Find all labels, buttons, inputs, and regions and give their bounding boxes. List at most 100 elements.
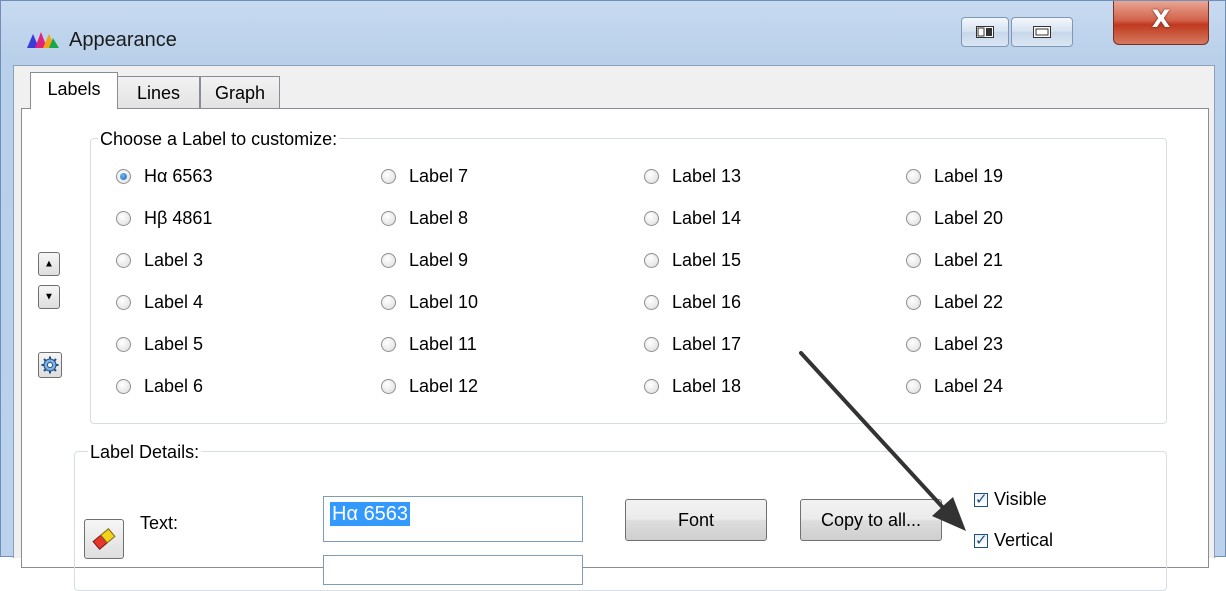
label-radio-option[interactable]: Label 22 xyxy=(906,290,1003,314)
dialog-client-area: Labels Lines Graph Choose a Label to cus… xyxy=(13,65,1215,591)
tile-window-button[interactable] xyxy=(961,17,1009,47)
font-button[interactable]: Font xyxy=(625,499,767,541)
label-radio-option[interactable]: Label 14 xyxy=(644,206,741,230)
labels-tab-panel: Choose a Label to customize: Hα 6563 Hβ 4… xyxy=(21,108,1209,591)
radio-button[interactable] xyxy=(906,210,921,226)
visible-label: Visible xyxy=(994,489,1047,509)
label-radio-option[interactable]: Label 5 xyxy=(116,332,203,356)
label-radio-option[interactable]: Label 20 xyxy=(906,206,1003,230)
vertical-label: Vertical xyxy=(994,530,1054,550)
radio-button[interactable] xyxy=(116,378,131,394)
move-up-button[interactable]: ▲ xyxy=(38,252,60,276)
eraser-icon xyxy=(92,528,116,550)
label-radio-option[interactable]: Label 8 xyxy=(381,206,468,230)
radio-button[interactable] xyxy=(381,336,396,352)
tab-graph[interactable]: Graph xyxy=(200,76,280,108)
visible-check-box[interactable] xyxy=(974,490,988,508)
radio-label: Label 10 xyxy=(409,291,479,312)
radio-label: Hα 6563 xyxy=(144,165,213,186)
radio-button[interactable] xyxy=(644,336,659,352)
spectrum-app-icon xyxy=(27,32,59,48)
radio-label: Label 8 xyxy=(409,207,469,228)
label-radio-option[interactable]: Label 3 xyxy=(116,248,203,272)
radio-button[interactable] xyxy=(644,168,659,184)
radio-button[interactable] xyxy=(381,252,396,268)
radio-button[interactable] xyxy=(644,252,659,268)
text-field-label: Text: xyxy=(140,513,179,533)
label-radio-option[interactable]: Label 4 xyxy=(116,290,203,314)
visible-checkbox[interactable]: Visible xyxy=(974,489,1047,510)
label-radio-option[interactable]: Label 12 xyxy=(381,374,478,398)
secondary-input[interactable] xyxy=(323,555,583,585)
radio-label: Label 24 xyxy=(934,375,1004,396)
radio-button[interactable] xyxy=(381,294,396,310)
window-title: Appearance xyxy=(69,29,177,51)
radio-label: Label 19 xyxy=(934,165,1004,186)
label-radio-option[interactable]: Label 6 xyxy=(116,374,203,398)
radio-label: Label 23 xyxy=(934,333,1004,354)
label-text-input[interactable]: Hα 6563 xyxy=(323,496,583,542)
radio-button[interactable] xyxy=(906,252,921,268)
radio-button[interactable] xyxy=(644,378,659,394)
label-radio-option[interactable]: Label 17 xyxy=(644,332,741,356)
tab-lines-label: Lines xyxy=(136,83,181,103)
move-down-button[interactable]: ▼ xyxy=(38,285,60,309)
radio-button[interactable] xyxy=(116,336,131,352)
appearance-window: Appearance X Labels Lines Graph Choose a… xyxy=(0,0,1226,591)
label-radio-option[interactable]: Label 24 xyxy=(906,374,1003,398)
radio-button[interactable] xyxy=(644,210,659,226)
radio-label: Label 3 xyxy=(144,249,204,270)
tab-labels[interactable]: Labels xyxy=(30,72,118,109)
radio-label: Label 15 xyxy=(672,249,742,270)
label-radio-option[interactable]: Hα 6563 xyxy=(116,164,212,188)
radio-label: Label 22 xyxy=(934,291,1004,312)
radio-label: Label 18 xyxy=(672,375,742,396)
copy-to-all-button[interactable]: Copy to all... xyxy=(800,499,942,541)
radio-label: Label 6 xyxy=(144,375,204,396)
radio-button[interactable] xyxy=(906,378,921,394)
label-radio-option[interactable]: Label 15 xyxy=(644,248,741,272)
radio-button[interactable] xyxy=(381,210,396,226)
label-radio-option[interactable]: Label 16 xyxy=(644,290,741,314)
radio-button[interactable] xyxy=(381,168,396,184)
radio-button[interactable] xyxy=(116,294,131,310)
radio-button[interactable] xyxy=(906,168,921,184)
eraser-button[interactable] xyxy=(84,519,124,559)
tab-lines[interactable]: Lines xyxy=(117,76,200,108)
radio-label: Label 21 xyxy=(934,249,1004,270)
copy-to-all-button-label: Copy to all... xyxy=(820,509,922,530)
label-radio-option[interactable]: Label 18 xyxy=(644,374,741,398)
label-radio-option[interactable]: Label 21 xyxy=(906,248,1003,272)
label-radio-option[interactable]: Label 9 xyxy=(381,248,468,272)
label-details-group-title: Label Details: xyxy=(88,442,202,463)
radio-button[interactable] xyxy=(116,252,131,268)
close-button[interactable]: X xyxy=(1113,1,1209,45)
label-radio-option[interactable]: Label 23 xyxy=(906,332,1003,356)
label-radio-option[interactable]: Label 7 xyxy=(381,164,468,188)
title-bar[interactable]: Appearance X xyxy=(1,1,1225,61)
label-radio-option[interactable]: Label 13 xyxy=(644,164,741,188)
choose-label-group xyxy=(90,138,1167,424)
vertical-checkbox[interactable]: Vertical xyxy=(974,530,1053,551)
radio-label: Label 14 xyxy=(672,207,742,228)
radio-button[interactable] xyxy=(381,378,396,394)
vertical-check-box[interactable] xyxy=(974,531,988,549)
radio-label: Hβ 4861 xyxy=(144,207,213,228)
radio-label: Label 9 xyxy=(409,249,469,270)
label-radio-option[interactable]: Label 11 xyxy=(381,332,477,356)
label-radio-option[interactable]: Label 19 xyxy=(906,164,1003,188)
settings-button[interactable] xyxy=(38,352,62,378)
radio-button[interactable] xyxy=(906,294,921,310)
label-radio-option[interactable]: Hβ 4861 xyxy=(116,206,212,230)
radio-button[interactable] xyxy=(906,336,921,352)
radio-button[interactable] xyxy=(644,294,659,310)
radio-label: Label 11 xyxy=(409,333,477,354)
restore-icon xyxy=(1033,26,1051,38)
radio-label: Label 16 xyxy=(672,291,742,312)
radio-label: Label 17 xyxy=(672,333,742,354)
restore-window-button[interactable] xyxy=(1011,17,1073,47)
radio-button[interactable] xyxy=(116,168,131,184)
radio-label: Label 4 xyxy=(144,291,204,312)
label-radio-option[interactable]: Label 10 xyxy=(381,290,478,314)
radio-button[interactable] xyxy=(116,210,131,226)
